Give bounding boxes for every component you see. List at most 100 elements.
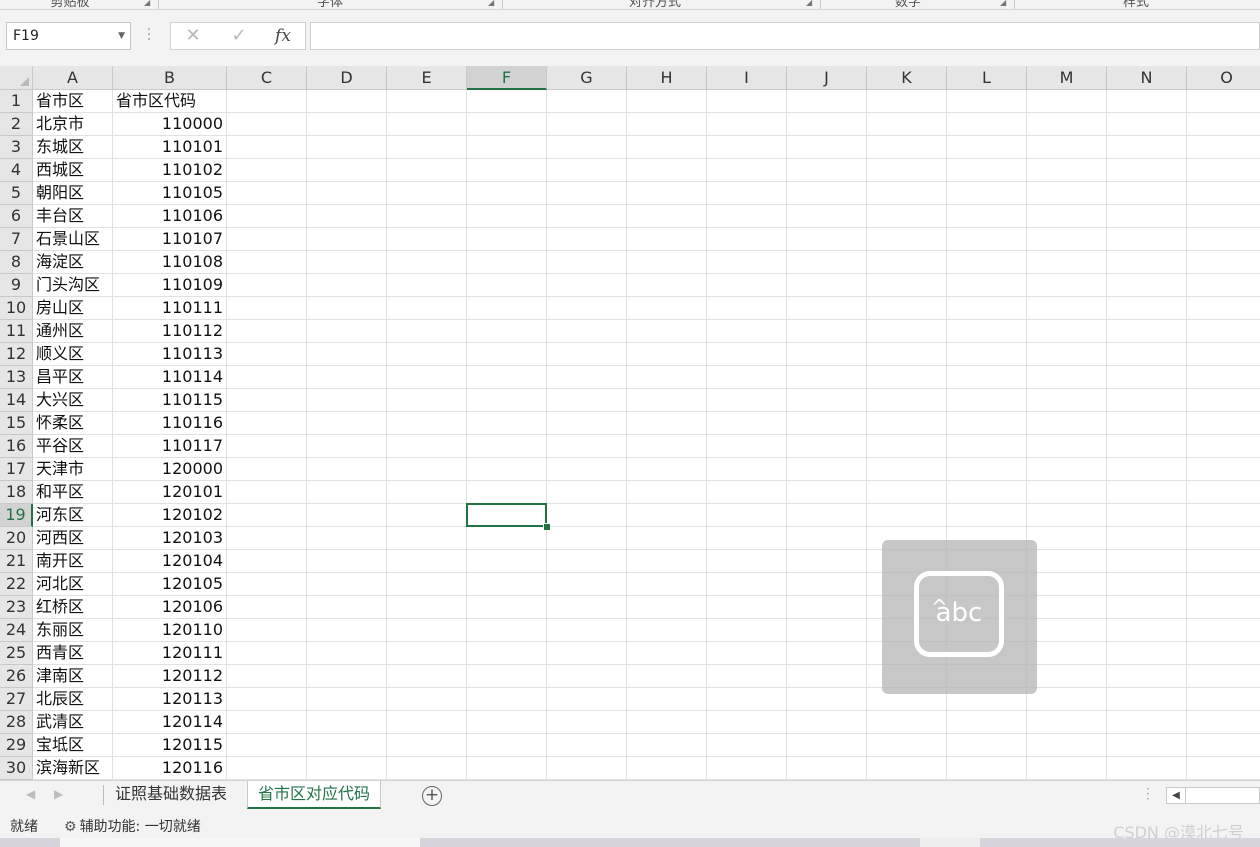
cell-g22[interactable] [547,573,627,596]
cell-f21[interactable] [467,550,547,573]
cell-e20[interactable] [387,527,467,550]
cell-h3[interactable] [627,136,707,159]
cell-n18[interactable] [1107,481,1187,504]
cell-j23[interactable] [787,596,867,619]
cell-g29[interactable] [547,734,627,757]
row-header[interactable]: 19 [0,504,33,527]
cell-f4[interactable] [467,159,547,182]
cell-g4[interactable] [547,159,627,182]
cell-a4[interactable]: 西城区 [33,159,113,182]
cell-a26[interactable]: 津南区 [33,665,113,688]
cell-i15[interactable] [707,412,787,435]
cell-n5[interactable] [1107,182,1187,205]
cell-c16[interactable] [227,435,307,458]
cell-j7[interactable] [787,228,867,251]
cell-b8[interactable]: 110108 [113,251,227,274]
select-all-button[interactable] [0,66,33,90]
cell-l12[interactable] [947,343,1027,366]
cell-d23[interactable] [307,596,387,619]
cell-e18[interactable] [387,481,467,504]
cell-f23[interactable] [467,596,547,619]
cell-a10[interactable]: 房山区 [33,297,113,320]
name-box[interactable]: F19 ▼ [6,22,131,50]
cell-f25[interactable] [467,642,547,665]
cell-m16[interactable] [1027,435,1107,458]
cell-l5[interactable] [947,182,1027,205]
row-header[interactable]: 9 [0,274,33,297]
cell-c17[interactable] [227,458,307,481]
tab-scroll-left-icon[interactable]: ◀ [26,787,35,801]
scroll-left-icon[interactable]: ◀ [1167,788,1186,803]
cell-n25[interactable] [1107,642,1187,665]
cell-j13[interactable] [787,366,867,389]
cell-c30[interactable] [227,757,307,780]
cell-d11[interactable] [307,320,387,343]
insert-function-button[interactable]: fx [263,23,303,49]
cell-b20[interactable]: 120103 [113,527,227,550]
cell-n8[interactable] [1107,251,1187,274]
cell-b17[interactable]: 120000 [113,458,227,481]
spreadsheet-grid[interactable]: A B C D E F G H I J K L M N O 1 省市区 省市区代码 2 北京市 110000 3 东城区 11… [0,66,1260,780]
cell-m19[interactable] [1027,504,1107,527]
row-header[interactable]: 25 [0,642,33,665]
dialog-launcher-icon[interactable]: ◢ [806,0,814,7]
cell-k2[interactable] [867,113,947,136]
cell-f28[interactable] [467,711,547,734]
cell-c28[interactable] [227,711,307,734]
cell-g7[interactable] [547,228,627,251]
cell-a13[interactable]: 昌平区 [33,366,113,389]
cell-c27[interactable] [227,688,307,711]
column-header-l[interactable]: L [947,66,1027,90]
cell-n22[interactable] [1107,573,1187,596]
row-header[interactable]: 12 [0,343,33,366]
cell-l11[interactable] [947,320,1027,343]
cell-o4[interactable] [1187,159,1260,182]
cell-f13[interactable] [467,366,547,389]
cell-f3[interactable] [467,136,547,159]
cell-m17[interactable] [1027,458,1107,481]
column-header-c[interactable]: C [227,66,307,90]
cell-f20[interactable] [467,527,547,550]
cell-b30[interactable]: 120116 [113,757,227,780]
cell-g16[interactable] [547,435,627,458]
cell-h4[interactable] [627,159,707,182]
row-header[interactable]: 4 [0,159,33,182]
row-header[interactable]: 26 [0,665,33,688]
cell-h16[interactable] [627,435,707,458]
cell-l15[interactable] [947,412,1027,435]
cell-e9[interactable] [387,274,467,297]
cell-f16[interactable] [467,435,547,458]
cell-b12[interactable]: 110113 [113,343,227,366]
cell-f24[interactable] [467,619,547,642]
cell-i11[interactable] [707,320,787,343]
cell-a17[interactable]: 天津市 [33,458,113,481]
cell-l2[interactable] [947,113,1027,136]
cell-m29[interactable] [1027,734,1107,757]
cell-f18[interactable] [467,481,547,504]
cell-i14[interactable] [707,389,787,412]
cell-c14[interactable] [227,389,307,412]
cell-h8[interactable] [627,251,707,274]
cell-k11[interactable] [867,320,947,343]
cell-d22[interactable] [307,573,387,596]
cell-e30[interactable] [387,757,467,780]
cell-n1[interactable] [1107,90,1187,113]
cell-d3[interactable] [307,136,387,159]
cell-j14[interactable] [787,389,867,412]
cell-g24[interactable] [547,619,627,642]
cell-h18[interactable] [627,481,707,504]
cell-k15[interactable] [867,412,947,435]
cell-b13[interactable]: 110114 [113,366,227,389]
cell-k6[interactable] [867,205,947,228]
cell-m27[interactable] [1027,688,1107,711]
cell-c3[interactable] [227,136,307,159]
close-icon[interactable]: ✕ [173,23,213,49]
cell-m11[interactable] [1027,320,1107,343]
row-header[interactable]: 2 [0,113,33,136]
cell-k4[interactable] [867,159,947,182]
cell-i19[interactable] [707,504,787,527]
row-header[interactable]: 13 [0,366,33,389]
cell-e3[interactable] [387,136,467,159]
cell-a27[interactable]: 北辰区 [33,688,113,711]
cell-l18[interactable] [947,481,1027,504]
